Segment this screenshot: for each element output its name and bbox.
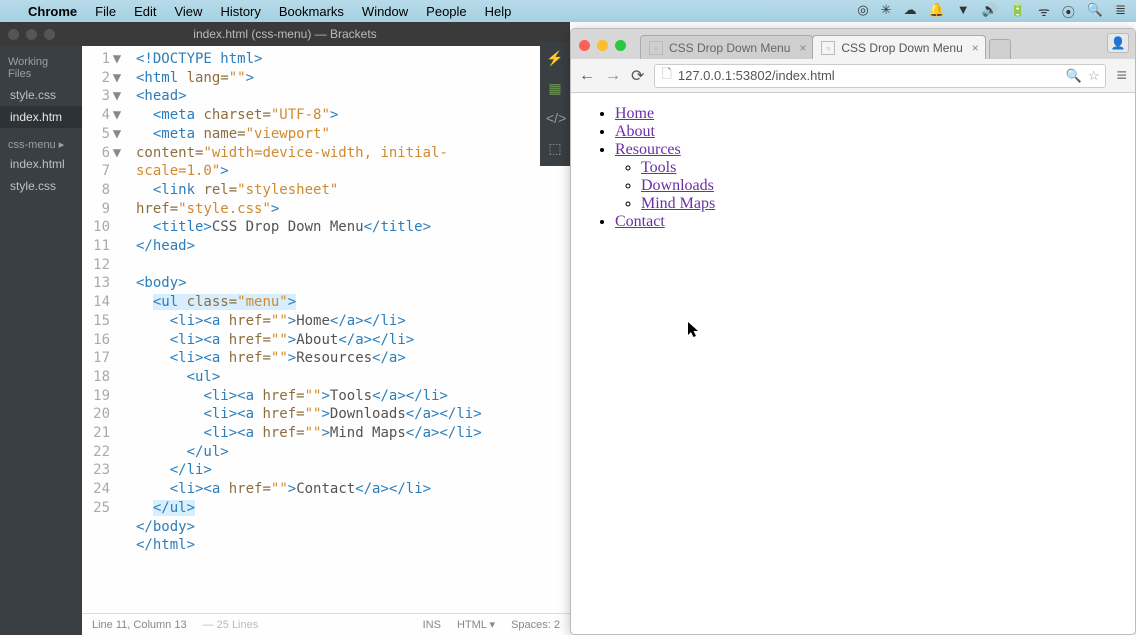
chrome-menu-icon[interactable]: ≡ (1116, 65, 1127, 86)
project-header[interactable]: css-menu ▸ (0, 128, 82, 153)
list-item: Mind Maps (641, 195, 1119, 213)
chrome-window: ▫ CSS Drop Down Menu × ▫ CSS Drop Down M… (570, 28, 1136, 635)
nav-link-tools[interactable]: Tools (641, 159, 676, 176)
brackets-window: index.html (css-menu) — Brackets Working… (0, 22, 570, 635)
working-files-header[interactable]: Working Files (0, 52, 82, 84)
live-preview-icon[interactable]: ⚡ (546, 50, 564, 68)
new-tab-button[interactable] (989, 39, 1011, 59)
menu-people[interactable]: People (426, 4, 466, 19)
wifi-icon[interactable]: ᯤ (1038, 2, 1050, 21)
nav-link-contact[interactable]: Contact (615, 213, 665, 230)
app-name[interactable]: Chrome (28, 4, 77, 19)
code-editor[interactable]: 1234567891011121314151617181920212223242… (82, 46, 570, 613)
list-item: Tools (641, 159, 1119, 177)
address-bar[interactable]: 🗋 127.0.0.1:53802/index.html 🔍 ☆ (654, 64, 1106, 88)
zoom-icon[interactable]: 🔍 (1066, 68, 1082, 84)
page-icon: 🗋 (661, 65, 671, 87)
nav-link-resources[interactable]: Resources (615, 141, 681, 158)
favicon-icon: ▫ (649, 41, 663, 55)
list-item: Home (615, 105, 1119, 123)
menu-file[interactable]: File (95, 4, 116, 19)
working-file[interactable]: style.css (0, 84, 82, 106)
brackets-toolstrip: ⚡ ▦ </> ⬚ (540, 42, 570, 166)
window-zoom-button[interactable] (44, 29, 55, 40)
menu-window[interactable]: Window (362, 4, 408, 19)
menubar-status-icons: ◎ ✳ ☁ 🔔 ▼ 🔊 🔋 ᯤ ⦿ 🔍 ≣ (857, 2, 1126, 21)
window-close-button[interactable] (8, 29, 19, 40)
status-icon[interactable]: ◎ (857, 2, 868, 21)
menu-list: Home About Resources Tools Downloads Min… (587, 105, 1119, 231)
chrome-profile-button[interactable]: 👤 (1107, 33, 1129, 53)
tab-label: CSS Drop Down Menu (841, 41, 962, 55)
project-file[interactable]: style.css (0, 175, 82, 197)
chrome-tabstrip: ▫ CSS Drop Down Menu × ▫ CSS Drop Down M… (571, 29, 1135, 59)
menu-history[interactable]: History (220, 4, 260, 19)
list-item: About (615, 123, 1119, 141)
list-item: Contact (615, 213, 1119, 231)
mac-menubar: Chrome File Edit View History Bookmarks … (0, 0, 1136, 22)
battery-icon[interactable]: 🔋 (1010, 2, 1026, 21)
favicon-icon: ▫ (821, 41, 835, 55)
menu-help[interactable]: Help (485, 4, 512, 19)
browser-tab-active[interactable]: ▫ CSS Drop Down Menu × (812, 35, 985, 59)
nav-link-home[interactable]: Home (615, 105, 654, 122)
back-button[interactable]: ← (579, 67, 595, 85)
rendered-page: Home About Resources Tools Downloads Min… (571, 93, 1135, 634)
brackets-sidebar: Working Files style.css index.htm css-me… (0, 46, 82, 635)
notification-center-icon[interactable]: ≣ (1115, 2, 1126, 21)
language-mode[interactable]: HTML ▾ (457, 618, 495, 631)
nav-link-mindmaps[interactable]: Mind Maps (641, 195, 715, 212)
tab-close-icon[interactable]: × (972, 41, 979, 55)
list-item: Downloads (641, 177, 1119, 195)
menu-view[interactable]: View (174, 4, 202, 19)
list-item: Resources Tools Downloads Mind Maps (615, 141, 1119, 213)
window-minimize-button[interactable] (26, 29, 37, 40)
status-icon[interactable]: ⦿ (1062, 2, 1075, 21)
tab-close-icon[interactable]: × (799, 41, 806, 55)
window-title: index.html (css-menu) — Brackets (193, 27, 376, 41)
line-number-gutter: 1234567891011121314151617181920212223242… (82, 46, 136, 613)
reload-button[interactable]: ⟳ (631, 66, 644, 86)
volume-icon[interactable]: 🔊 (982, 2, 998, 21)
status-icon[interactable]: ✳ (881, 2, 892, 21)
cursor-position[interactable]: Line 11, Column 13 (92, 619, 187, 631)
nav-link-about[interactable]: About (615, 123, 655, 140)
indent-setting[interactable]: Spaces: 2 (511, 619, 560, 631)
brackets-statusbar: Line 11, Column 13 — 25 Lines INS HTML ▾… (82, 613, 570, 635)
nav-link-downloads[interactable]: Downloads (641, 177, 714, 194)
browser-tab[interactable]: ▫ CSS Drop Down Menu × (640, 35, 813, 59)
spotlight-icon[interactable]: 🔍 (1087, 2, 1103, 21)
brackets-titlebar[interactable]: index.html (css-menu) — Brackets (0, 22, 570, 46)
url-text: 127.0.0.1:53802/index.html (678, 68, 835, 83)
extension-icon[interactable]: ▦ (546, 80, 564, 98)
bookmark-star-icon[interactable]: ☆ (1088, 68, 1100, 84)
cube-icon[interactable]: ⬚ (546, 140, 564, 158)
menu-edit[interactable]: Edit (134, 4, 156, 19)
insert-mode[interactable]: INS (423, 619, 441, 631)
window-minimize-button[interactable] (597, 40, 608, 51)
window-zoom-button[interactable] (615, 40, 626, 51)
code-icon[interactable]: </> (546, 110, 564, 128)
status-icon[interactable]: ☁ (904, 2, 917, 21)
window-close-button[interactable] (579, 40, 590, 51)
notifications-icon[interactable]: 🔔 (929, 2, 945, 21)
working-file-selected[interactable]: index.htm (0, 106, 82, 128)
forward-button[interactable]: → (605, 67, 621, 85)
menu-bookmarks[interactable]: Bookmarks (279, 4, 344, 19)
project-file[interactable]: index.html (0, 153, 82, 175)
status-icon[interactable]: ▼ (957, 2, 970, 21)
line-count: — 25 Lines (203, 619, 259, 631)
chrome-toolbar: ← → ⟳ 🗋 127.0.0.1:53802/index.html 🔍 ☆ ≡ (571, 59, 1135, 93)
tab-label: CSS Drop Down Menu (669, 41, 790, 55)
